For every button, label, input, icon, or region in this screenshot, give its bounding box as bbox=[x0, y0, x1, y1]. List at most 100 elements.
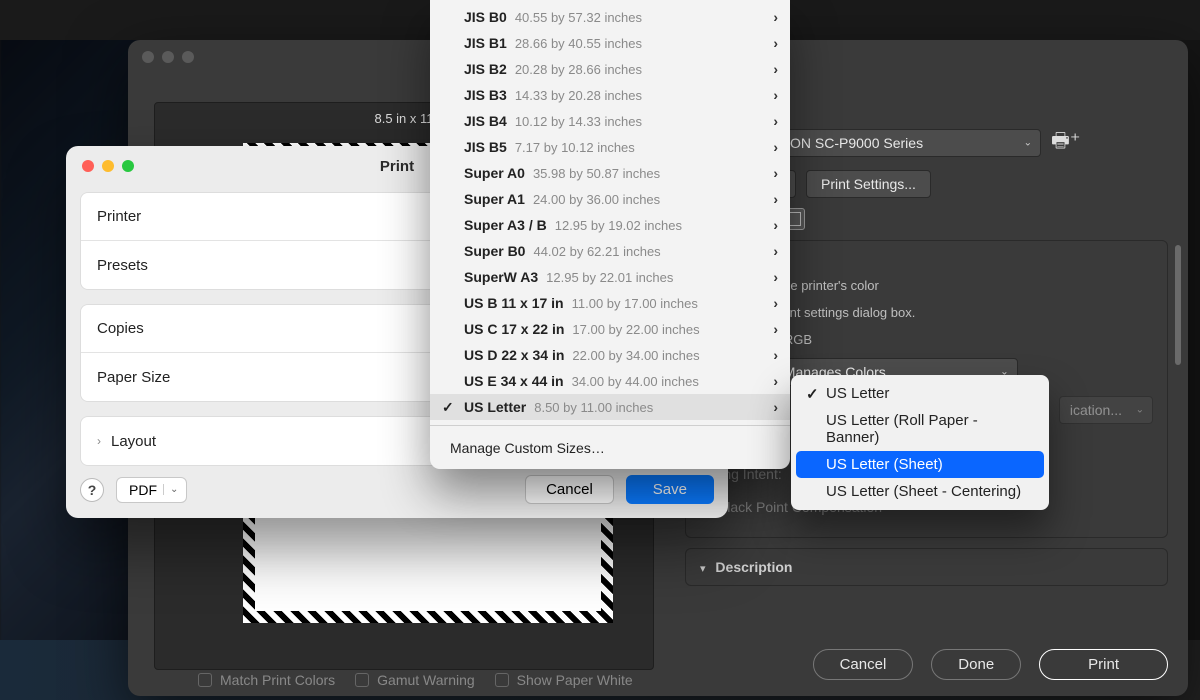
help-button[interactable]: ? bbox=[80, 478, 104, 502]
size-dimensions: 24.00 by 36.00 inches bbox=[533, 192, 660, 207]
printer-select[interactable]: EPSON SC-P9000 Series⌄ bbox=[751, 129, 1041, 157]
size-name: JIS B0 bbox=[464, 9, 507, 25]
print-settings-button[interactable]: Print Settings... bbox=[806, 170, 931, 198]
size-dimensions: 12.95 by 22.01 inches bbox=[546, 270, 673, 285]
submenu-arrow-icon: › bbox=[773, 295, 778, 311]
size-name: US B 11 x 17 in bbox=[464, 295, 564, 311]
disclosure-triangle-icon: ▾ bbox=[700, 563, 706, 575]
submenu-arrow-icon: › bbox=[773, 191, 778, 207]
size-name: JIS B1 bbox=[464, 35, 507, 51]
size-name: Super B0 bbox=[464, 243, 525, 259]
size-name: JIS B4 bbox=[464, 113, 507, 129]
paper-size-option[interactable]: Super B0 44.02 by 62.21 inches › bbox=[430, 238, 790, 264]
description-section[interactable]: ▾ Description bbox=[685, 548, 1168, 586]
submenu-arrow-icon: › bbox=[773, 373, 778, 389]
size-dimensions: 14.33 by 20.28 inches bbox=[515, 88, 642, 103]
add-printer-icon[interactable]: 🖶⁺ bbox=[1051, 126, 1080, 160]
size-dimensions: 34.00 by 44.00 inches bbox=[572, 374, 699, 389]
chevron-down-icon: ⌄ bbox=[163, 484, 178, 495]
traffic-zoom-disabled bbox=[182, 51, 194, 63]
specification-select: ication...⌄ bbox=[1059, 396, 1153, 424]
paper-size-option[interactable]: US B 11 x 17 in 11.00 by 17.00 inches › bbox=[430, 290, 790, 316]
paper-size-option[interactable]: JIS B2 20.28 by 28.66 inches › bbox=[430, 56, 790, 82]
size-dimensions: 8.50 by 11.00 inches bbox=[534, 400, 653, 415]
paper-size-option[interactable]: Super A1 24.00 by 36.00 inches › bbox=[430, 186, 790, 212]
paper-size-option[interactable]: US E 34 x 44 in 34.00 by 44.00 inches › bbox=[430, 368, 790, 394]
paper-size-option[interactable]: US C 17 x 22 in 17.00 by 22.00 inches › bbox=[430, 316, 790, 342]
traffic-close-disabled bbox=[142, 51, 154, 63]
traffic-min-disabled bbox=[162, 51, 174, 63]
paper-size-option[interactable]: SuperW A3 12.95 by 22.01 inches › bbox=[430, 264, 790, 290]
paper-size-submenu: US LetterUS Letter (Roll Paper - Banner)… bbox=[791, 375, 1049, 510]
label-printer: Printer bbox=[97, 208, 207, 225]
size-dimensions: 35.98 by 50.87 inches bbox=[533, 166, 660, 181]
paper-size-option[interactable]: JIS B5 7.17 by 10.12 inches › bbox=[430, 134, 790, 160]
size-dimensions: 7.17 by 10.12 inches bbox=[515, 140, 635, 155]
description-heading: Description bbox=[715, 559, 792, 575]
submenu-arrow-icon: › bbox=[773, 165, 778, 181]
paper-variant-option[interactable]: US Letter bbox=[796, 380, 1044, 407]
size-dimensions: 10.12 by 14.33 inches bbox=[515, 114, 642, 129]
paper-size-option[interactable]: US Letter 8.50 by 11.00 inches › bbox=[430, 394, 790, 420]
manage-custom-sizes[interactable]: Manage Custom Sizes… bbox=[430, 431, 790, 465]
paper-size-menu: JIS B040.55 by 57.32 inches›JIS B128.66 … bbox=[430, 0, 790, 469]
mac-save-button[interactable]: Save bbox=[626, 475, 714, 504]
gamut-warning-checkbox[interactable]: Gamut Warning bbox=[355, 672, 475, 688]
paper-size-option[interactable]: JIS B128.66 by 40.55 inches› bbox=[430, 30, 790, 56]
submenu-arrow-icon: › bbox=[773, 9, 778, 25]
size-dimensions: 20.28 by 28.66 inches bbox=[515, 62, 642, 77]
chevron-down-icon: ⌄ bbox=[1136, 404, 1144, 415]
size-dimensions: 22.00 by 34.00 inches bbox=[572, 348, 699, 363]
paper-size-option[interactable]: JIS B3 14.33 by 20.28 inches › bbox=[430, 82, 790, 108]
size-name: US D 22 x 34 in bbox=[464, 347, 564, 363]
checkbox-icon bbox=[198, 673, 212, 687]
size-name: Super A1 bbox=[464, 191, 525, 207]
ps-dialog-footer: Cancel Done Print bbox=[813, 649, 1168, 680]
label-presets: Presets bbox=[97, 257, 207, 274]
size-name: Super A3 / B bbox=[464, 217, 547, 233]
submenu-arrow-icon: › bbox=[773, 61, 778, 77]
mac-cancel-button[interactable]: Cancel bbox=[525, 475, 614, 504]
size-name: JIS B2 bbox=[464, 61, 507, 77]
menu-separator bbox=[430, 425, 790, 426]
match-print-colors-checkbox[interactable]: Match Print Colors bbox=[198, 672, 335, 688]
pdf-menu-button[interactable]: PDF⌄ bbox=[116, 477, 187, 503]
paper-variant-option[interactable]: US Letter (Roll Paper - Banner) bbox=[796, 407, 1044, 451]
submenu-arrow-icon: › bbox=[773, 269, 778, 285]
paper-variant-option[interactable]: US Letter (Sheet) bbox=[796, 451, 1044, 478]
size-name: US E 34 x 44 in bbox=[464, 373, 564, 389]
submenu-arrow-icon: › bbox=[773, 113, 778, 129]
submenu-arrow-icon: › bbox=[773, 347, 778, 363]
mac-sheet-footer: ? PDF⌄ Cancel Save bbox=[80, 475, 714, 504]
size-dimensions: 44.02 by 62.21 inches bbox=[533, 244, 660, 259]
paper-size-option[interactable]: Super A0 35.98 by 50.87 inches › bbox=[430, 160, 790, 186]
size-name: SuperW A3 bbox=[464, 269, 538, 285]
scrollbar-thumb[interactable] bbox=[1175, 245, 1181, 365]
label-layout: Layout bbox=[111, 433, 156, 450]
submenu-arrow-icon: › bbox=[773, 139, 778, 155]
ps-done-button[interactable]: Done bbox=[931, 649, 1021, 680]
size-name: JIS B3 bbox=[464, 87, 507, 103]
paper-size-option[interactable]: US D 22 x 34 in 22.00 by 34.00 inches › bbox=[430, 342, 790, 368]
ps-cancel-button[interactable]: Cancel bbox=[813, 649, 914, 680]
chevron-right-icon: › bbox=[97, 434, 101, 448]
size-dimensions: 12.95 by 19.02 inches bbox=[555, 218, 682, 233]
submenu-arrow-icon: › bbox=[773, 243, 778, 259]
submenu-arrow-icon: › bbox=[773, 87, 778, 103]
paper-size-option[interactable]: Super A3 / B 12.95 by 19.02 inches › bbox=[430, 212, 790, 238]
paper-size-option[interactable]: JIS B4 10.12 by 14.33 inches › bbox=[430, 108, 790, 134]
paper-variant-option[interactable]: US Letter (Sheet - Centering) bbox=[796, 478, 1044, 505]
size-name: Super A0 bbox=[464, 165, 525, 181]
size-name: JIS B5 bbox=[464, 139, 507, 155]
ps-print-button[interactable]: Print bbox=[1039, 649, 1168, 680]
size-name: US C 17 x 22 in bbox=[464, 321, 564, 337]
submenu-arrow-icon: › bbox=[773, 217, 778, 233]
submenu-arrow-icon: › bbox=[773, 321, 778, 337]
checkbox-icon bbox=[495, 673, 509, 687]
paper-size-option[interactable]: JIS B040.55 by 57.32 inches› bbox=[430, 4, 790, 30]
show-paper-white-checkbox[interactable]: Show Paper White bbox=[495, 672, 633, 688]
submenu-arrow-icon: › bbox=[773, 399, 778, 415]
size-dimensions: 11.00 by 17.00 inches bbox=[572, 296, 698, 311]
size-dimensions: 17.00 by 22.00 inches bbox=[572, 322, 699, 337]
size-name: US Letter bbox=[464, 399, 526, 415]
